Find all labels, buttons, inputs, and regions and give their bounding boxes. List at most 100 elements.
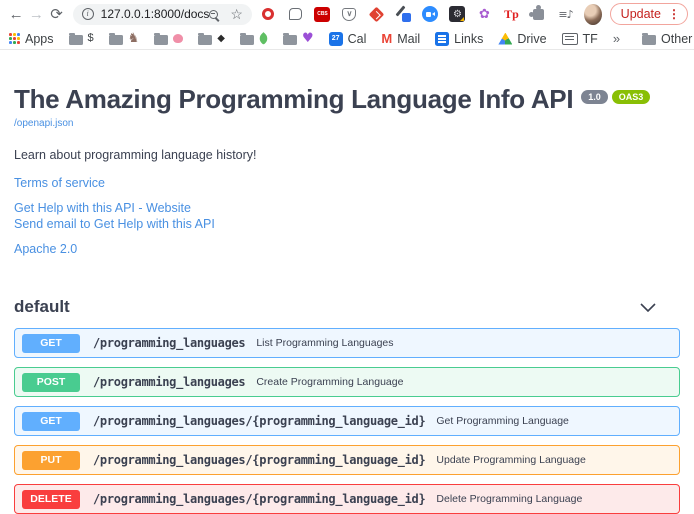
endpoint-summary: List Programming Languages bbox=[256, 337, 393, 349]
bookmark-tf[interactable]: TF bbox=[562, 32, 598, 46]
list-icon bbox=[435, 32, 449, 46]
extension-strip: CBS ∨ ⚙ ✿ Tp ≡♪ bbox=[260, 6, 574, 23]
bookmark-folder-brain[interactable] bbox=[154, 33, 183, 45]
other-bookmarks-label: Other Bookmarks bbox=[661, 32, 694, 46]
forward-icon[interactable]: → bbox=[26, 6, 46, 23]
bookmark-mail[interactable]: M Mail bbox=[381, 31, 420, 46]
endpoint-path: /programming_languages/{programming_lang… bbox=[93, 453, 425, 467]
openapi-spec-link[interactable]: /openapi.json bbox=[14, 118, 74, 129]
method-badge-get: GET bbox=[22, 334, 80, 353]
folder-icon bbox=[69, 35, 83, 45]
url-text[interactable]: 127.0.0.1:8000/docs bbox=[101, 7, 210, 21]
bookmark-folder-horse[interactable]: ♞ bbox=[109, 31, 140, 46]
music-list-extension-icon[interactable]: ≡♪ bbox=[557, 6, 574, 23]
version-badges: 1.0 OAS3 bbox=[581, 90, 650, 104]
pocket-extension-icon[interactable]: ∨ bbox=[341, 6, 358, 23]
chevron-down-icon[interactable] bbox=[640, 303, 656, 312]
zoom-out-icon[interactable] bbox=[209, 10, 218, 19]
endpoint-summary: Update Programming Language bbox=[436, 454, 585, 466]
endpoint-path: /programming_languages bbox=[93, 336, 245, 350]
method-badge-delete: DELETE bbox=[22, 490, 80, 509]
browser-toolbar: ← → ⟳ i 127.0.0.1:8000/docs ☆ CBS ∨ ⚙ ✿ … bbox=[0, 0, 694, 28]
graduation-cap-icon: ◆ bbox=[217, 33, 225, 44]
oas3-badge: OAS3 bbox=[612, 90, 651, 104]
cbs-extension-icon[interactable]: CBS bbox=[314, 6, 331, 23]
purple-heart-icon: ♥ bbox=[302, 31, 314, 46]
bookmark-folder-leaf[interactable] bbox=[240, 33, 268, 45]
endpoint-path: /programming_languages/{programming_lang… bbox=[93, 492, 425, 506]
gmail-icon: M bbox=[381, 31, 392, 46]
horse-icon: ♞ bbox=[128, 31, 140, 46]
bookmark-mail-label: Mail bbox=[397, 32, 420, 46]
endpoint-get-list[interactable]: GET /programming_languages List Programm… bbox=[14, 328, 680, 358]
dark-gear-extension-icon[interactable]: ⚙ bbox=[449, 6, 466, 23]
endpoint-summary: Get Programming Language bbox=[436, 415, 569, 427]
bookmark-apps[interactable]: Apps bbox=[9, 32, 54, 46]
folder-icon bbox=[283, 35, 297, 45]
bookmark-links[interactable]: Links bbox=[435, 32, 483, 46]
send-email-link[interactable]: Send email to Get Help with this API bbox=[14, 216, 680, 232]
bookmark-star-icon[interactable]: ☆ bbox=[230, 7, 243, 21]
video-camera-extension-icon[interactable] bbox=[422, 6, 439, 23]
version-badge: 1.0 bbox=[581, 90, 608, 104]
address-bar[interactable]: i 127.0.0.1:8000/docs ☆ bbox=[73, 4, 252, 25]
method-badge-put: PUT bbox=[22, 451, 80, 470]
back-icon[interactable]: ← bbox=[6, 6, 26, 23]
endpoint-post-create[interactable]: POST /programming_languages Create Progr… bbox=[14, 367, 680, 397]
browser-menu-dots-icon[interactable]: ⋮ bbox=[668, 7, 680, 21]
method-badge-get: GET bbox=[22, 412, 80, 431]
api-title-row: The Amazing Programming Language Info AP… bbox=[14, 86, 680, 113]
bookmarks-overflow-icon[interactable]: » bbox=[613, 31, 620, 46]
update-label: Update bbox=[621, 7, 661, 21]
drive-icon bbox=[498, 33, 512, 45]
profile-avatar[interactable] bbox=[584, 4, 602, 25]
bookmark-links-label: Links bbox=[454, 32, 483, 46]
reload-icon[interactable]: ⟳ bbox=[46, 5, 66, 23]
red-ring-extension-icon[interactable] bbox=[260, 6, 277, 23]
puzzle-extension-icon[interactable] bbox=[530, 6, 547, 23]
get-help-website-link[interactable]: Get Help with this API - Website bbox=[14, 200, 680, 216]
bookmark-calendar[interactable]: 27 Cal bbox=[329, 32, 367, 46]
update-button[interactable]: Update ⋮ bbox=[610, 3, 688, 25]
endpoint-path: /programming_languages bbox=[93, 375, 245, 389]
folder-icon bbox=[240, 35, 254, 45]
api-description: Learn about programming language history… bbox=[14, 148, 680, 162]
speech-bubble-extension-icon[interactable] bbox=[287, 6, 304, 23]
bookmark-tf-label: TF bbox=[583, 32, 598, 46]
tp-extension-icon[interactable]: Tp bbox=[503, 6, 520, 23]
calendar-icon: 27 bbox=[329, 32, 343, 46]
apps-grid-icon bbox=[9, 33, 20, 44]
bookmark-folder-money[interactable]: $ bbox=[69, 33, 94, 45]
site-info-icon[interactable]: i bbox=[82, 8, 94, 20]
method-badge-post: POST bbox=[22, 373, 80, 392]
endpoint-summary: Create Programming Language bbox=[256, 376, 403, 388]
terms-of-service-link[interactable]: Terms of service bbox=[14, 175, 680, 191]
endpoint-get-one[interactable]: GET /programming_languages/{programming_… bbox=[14, 406, 680, 436]
section-default-header[interactable]: default bbox=[14, 297, 680, 317]
endpoint-summary: Delete Programming Language bbox=[436, 493, 582, 505]
bookmark-cal-label: Cal bbox=[348, 32, 367, 46]
endpoint-delete[interactable]: DELETE /programming_languages/{programmi… bbox=[14, 484, 680, 514]
endpoint-put-update[interactable]: PUT /programming_languages/{programming_… bbox=[14, 445, 680, 475]
bookmark-folder-grad[interactable]: ◆ bbox=[198, 33, 225, 45]
dollar-icon: $ bbox=[88, 33, 94, 44]
folder-icon bbox=[109, 35, 123, 45]
operations-list: GET /programming_languages List Programm… bbox=[14, 328, 680, 514]
folder-icon bbox=[642, 35, 656, 45]
pen-extension-icon[interactable] bbox=[395, 6, 412, 23]
brain-icon bbox=[173, 34, 183, 43]
leaf-icon bbox=[257, 32, 270, 45]
bookmark-drive-label: Drive bbox=[517, 32, 546, 46]
bookmark-other-bookmarks[interactable]: Other Bookmarks bbox=[642, 32, 694, 46]
license-link[interactable]: Apache 2.0 bbox=[14, 241, 680, 257]
section-title: default bbox=[14, 297, 70, 317]
swagger-page: The Amazing Programming Language Info AP… bbox=[0, 86, 694, 514]
purple-flower-extension-icon[interactable]: ✿ bbox=[476, 6, 493, 23]
bookmark-folder-heart[interactable]: ♥ bbox=[283, 31, 314, 46]
bookmark-drive[interactable]: Drive bbox=[498, 32, 546, 46]
api-links: Terms of service Get Help with this API … bbox=[14, 175, 680, 257]
page-title: The Amazing Programming Language Info AP… bbox=[14, 86, 573, 113]
folder-icon bbox=[154, 35, 168, 45]
keyboard-icon bbox=[562, 33, 578, 45]
red-diamond-extension-icon[interactable] bbox=[368, 6, 385, 23]
